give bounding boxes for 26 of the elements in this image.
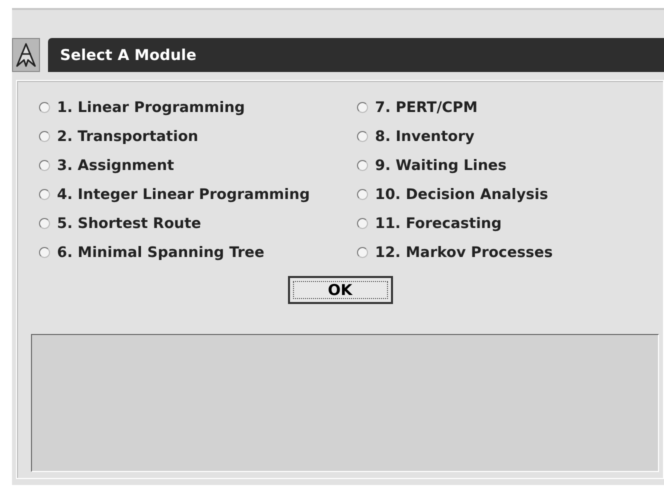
module-label[interactable]: 4. Integer Linear Programming [57, 186, 310, 202]
radio-button[interactable] [357, 160, 368, 171]
radio-button[interactable] [357, 131, 368, 142]
module-label[interactable]: 8. Inventory [375, 128, 474, 144]
radio-button[interactable] [39, 247, 50, 258]
radio-button[interactable] [357, 102, 368, 113]
radio-button[interactable] [39, 160, 50, 171]
radio-button[interactable] [39, 218, 50, 229]
radio-button[interactable] [357, 218, 368, 229]
module-label[interactable]: 2. Transportation [57, 128, 198, 144]
radio-button[interactable] [39, 189, 50, 200]
module-label[interactable]: 12. Markov Processes [375, 244, 553, 260]
module-label[interactable]: 10. Decision Analysis [375, 186, 548, 202]
radio-button[interactable] [357, 189, 368, 200]
window-title: Select A Module [48, 38, 664, 72]
radio-button[interactable] [357, 247, 368, 258]
module-label[interactable]: 1. Linear Programming [57, 100, 245, 116]
module-label[interactable]: 6. Minimal Spanning Tree [57, 244, 264, 260]
ok-button[interactable]: OK [288, 276, 392, 304]
radio-button[interactable] [39, 131, 50, 142]
module-label[interactable]: 11. Forecasting [375, 216, 502, 232]
module-label[interactable]: 5. Shortest Route [57, 216, 202, 232]
module-label[interactable]: 7. PERT/CPM [375, 100, 478, 116]
module-label[interactable]: 9. Waiting Lines [375, 158, 507, 174]
radio-button[interactable] [39, 102, 50, 113]
module-label[interactable]: 3. Assignment [57, 158, 174, 174]
